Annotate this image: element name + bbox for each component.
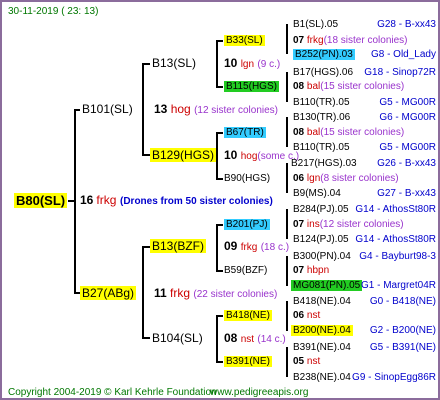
connector (216, 316, 218, 362)
connector (142, 64, 144, 156)
mating-b67: 08 bal(15 sister colonies) (293, 127, 405, 138)
g5-code: G27 - B-xx43 (377, 188, 436, 199)
mating-b418: 06 nst (293, 310, 321, 321)
g5-queen[interactable]: B1(SL).05 (293, 18, 338, 31)
g5-queen[interactable]: B238(NE).04 (293, 371, 351, 384)
queen-b201[interactable]: B201(PJ) (224, 218, 270, 231)
g5-queen[interactable]: B217(HGS).03 (291, 157, 357, 170)
root-mating: 16 frkg (80, 193, 117, 207)
connector (142, 337, 150, 339)
mating-b90: 06 lgn(8 sister colonies) (293, 173, 399, 184)
site-link[interactable]: www.pedigreeapis.org (210, 386, 308, 398)
g5-queen[interactable]: B124(PJ).05 (293, 233, 349, 246)
g5-queen[interactable]: B130(TR).06 (293, 111, 350, 124)
connector (286, 72, 288, 102)
g5-queen[interactable]: B391(NE).04 (293, 341, 351, 354)
connector (216, 41, 218, 87)
queen-b59[interactable]: B59(BZF) (224, 264, 267, 277)
mating-b13bzf: 09 frkg (18 c.) (224, 239, 290, 254)
connector (286, 163, 288, 193)
connector (216, 224, 223, 226)
g5-code: G0 - B418(NE) (369, 296, 436, 307)
g5-queen[interactable]: B110(TR).05 (293, 141, 350, 154)
connector (216, 133, 218, 179)
queen-b391[interactable]: B391(NE) (224, 355, 272, 368)
connector (286, 347, 288, 377)
mating-b115: 08 bal(15 sister colonies) (293, 81, 405, 92)
queen-b101[interactable]: B101(SL) (82, 103, 133, 116)
g5-code: G14 - AthosSt80R (355, 234, 436, 245)
connector (216, 224, 218, 271)
queen-b90[interactable]: B90(HGS) (224, 172, 270, 185)
connector (216, 132, 223, 134)
g5-code: G9 - SinopEgg86R (352, 372, 436, 383)
connector (216, 86, 223, 88)
g5-code: G5 - B391(NE) (369, 342, 436, 353)
g5-queen[interactable]: B300(PN).04 (293, 250, 351, 263)
connector (286, 301, 288, 331)
pedigree-chart: 30-11-2019 ( 23: 13) Copyright 2004-2019… (0, 0, 440, 400)
g5-code: G14 - AthosSt80R (355, 204, 436, 215)
connector (142, 154, 150, 156)
copyright-text: Copyright 2004-2019 © Karl Kehrle Founda… (8, 387, 217, 398)
g5-code: G5 - MG00R (379, 142, 436, 153)
queen-b115[interactable]: B115(HGS) (224, 80, 279, 93)
g5-code: G4 - Bayburt98-3 (359, 251, 436, 262)
queen-b67[interactable]: B67(TR) (224, 126, 266, 139)
date-stamp: 30-11-2019 ( 23: 13) (8, 6, 99, 17)
queen-b27[interactable]: B27(ABg) (80, 286, 137, 300)
connector (216, 315, 223, 317)
connector (74, 110, 76, 294)
queen-b13bzf[interactable]: B13(BZF) (150, 239, 207, 253)
mating-b201: 07 ins(12 sister colonies) (293, 219, 404, 230)
root-queen[interactable]: B80(SL) (14, 193, 68, 208)
mating-b129: 10 hog(some c.) (224, 148, 300, 163)
g5-code: G1 - Margret04R (360, 280, 436, 291)
mating-b391: 05 nst (293, 356, 321, 367)
connector (216, 178, 223, 180)
queen-b13sl[interactable]: B13(SL) (152, 57, 196, 70)
connector (286, 24, 288, 54)
g5-queen[interactable]: B418(NE).04 (293, 295, 351, 308)
g5-queen[interactable]: B284(PJ).05 (293, 203, 349, 216)
g5-queen[interactable]: MG081(PN).05 (291, 279, 363, 292)
connector (216, 270, 223, 272)
g5-code: G8 - Old_Lady (370, 49, 436, 60)
connector (142, 63, 150, 65)
queen-b129[interactable]: B129(HGS) (150, 148, 217, 162)
connector (286, 256, 288, 286)
mating-b59: 07 hbpn (293, 265, 330, 276)
g5-queen[interactable]: B9(MS).04 (293, 187, 341, 200)
mating-b101: 13 hog (12 sister colonies) (154, 102, 278, 117)
connector (216, 361, 223, 363)
mating-b27: 11 frkg (22 sister colonies) (154, 286, 278, 301)
g5-code: G6 - MG00R (379, 112, 436, 123)
connector (286, 117, 288, 147)
connector (142, 246, 150, 248)
root-drone-note: (Drones from 50 sister colonies) (120, 196, 273, 207)
g5-code: G5 - MG00R (379, 97, 436, 108)
g5-code: G18 - Sinop72R (364, 67, 436, 78)
mating-b33: 07 frkg(18 sister colonies) (293, 35, 408, 46)
g5-code: G28 - B-xx43 (377, 19, 436, 30)
g5-queen[interactable]: B110(TR).05 (293, 96, 350, 109)
queen-b33[interactable]: B33(SL) (224, 34, 265, 47)
connector (216, 40, 223, 42)
queen-b418[interactable]: B418(NE) (224, 309, 272, 322)
connector (74, 109, 80, 111)
g5-code: G2 - B200(NE) (369, 325, 436, 336)
connector (142, 247, 144, 339)
g5-code: G26 - B-xx43 (377, 158, 436, 169)
connector (286, 209, 288, 239)
mating-b13sl: 10 lgn (9 c.) (224, 56, 281, 71)
queen-b104[interactable]: B104(SL) (152, 332, 203, 345)
mating-b104: 08 nst (14 c.) (224, 331, 286, 346)
